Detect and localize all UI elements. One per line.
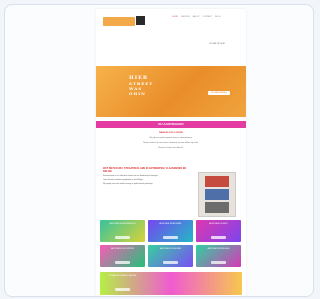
poster-block	[205, 189, 229, 200]
tile-button[interactable]	[211, 261, 226, 264]
hero-headline: HIER STREET WAS OHIN	[129, 75, 189, 96]
top-nav: HOME SERVICE ABOUT CONTACT BLOG	[172, 16, 242, 19]
nav-item-service[interactable]: SERVICE	[181, 16, 190, 19]
nav-item-about[interactable]: ABOUT	[193, 16, 200, 19]
section-line: Wij zorgen voor een snelle levering en p…	[103, 182, 153, 185]
intro-line: Wij zijn een professioneel team in straa…	[149, 137, 193, 139]
nav-item-contact[interactable]: CONTACT	[203, 16, 213, 19]
page-frame: HOME SERVICE ABOUT CONTACT BLOG +32 488 …	[4, 4, 314, 297]
service-tile[interactable]: AFFICHES IN BRUGGE	[196, 245, 241, 267]
service-tile[interactable]: AFFICHES IN GENT	[196, 220, 241, 242]
section-heading: WAT BIETEN WIJ: STRAATRECLAME IN ANTWERP…	[103, 167, 187, 173]
intro-heading: WAAROM ZOU U KIEZEN	[159, 132, 183, 134]
poster-block	[205, 176, 229, 187]
tile-button[interactable]	[211, 236, 226, 239]
poster-block	[205, 202, 229, 213]
service-tile[interactable]: AFFICHES IN KORTRIJK	[100, 245, 145, 267]
nav-item-blog[interactable]: BLOG	[215, 16, 221, 19]
service-tile[interactable]: AFFICHES IN BRUSSEL	[148, 220, 193, 242]
hero-cta-button[interactable]: NU AANVRAGEN	[208, 91, 230, 95]
cta-band[interactable]: NU AANVRAGEN!	[96, 121, 246, 128]
tile-label: AFFICHES IN GENT	[209, 223, 228, 225]
nav-item-home[interactable]: HOME	[172, 16, 178, 19]
phone-number: +32 488 76 24 38	[209, 43, 225, 45]
wide-service-tile[interactable]: STRAATRECLAME IN BELGIE	[100, 272, 242, 295]
intro-line: Neem contact op voor meer informatie en …	[143, 142, 199, 144]
tile-button[interactable]	[163, 261, 178, 264]
tile-button[interactable]	[163, 236, 178, 239]
tile-label: AFFICHES IN BRUSSEL	[159, 223, 182, 225]
tile-label: AFFICHES IN ANTWERPEN	[109, 223, 136, 225]
hero-banner: HIER STREET WAS OHIN NU AANVRAGEN	[96, 66, 246, 117]
intro-line: Bel ons of stuur een bericht.	[158, 147, 184, 149]
site-logo[interactable]	[103, 17, 135, 26]
logo-mark	[136, 16, 145, 25]
section-line: Straatreclame is een effectieve manier o…	[103, 175, 159, 177]
tile-button[interactable]	[115, 236, 130, 239]
tile-label: AFFICHES IN BRUGGE	[207, 248, 230, 250]
poster-image	[198, 172, 236, 217]
tile-button[interactable]	[115, 288, 130, 291]
website-preview: HOME SERVICE ABOUT CONTACT BLOG +32 488 …	[96, 9, 246, 296]
tile-label: AFFICHES IN LEUVEN	[159, 248, 181, 250]
section-body: Straatreclame is een effectieve manier o…	[103, 175, 187, 187]
service-tile[interactable]: AFFICHES IN ANTWERPEN	[100, 220, 145, 242]
intro-section: WAAROM ZOU U KIEZEN Wij zijn een profess…	[110, 132, 232, 152]
service-tile[interactable]: AFFICHES IN LEUVEN	[148, 245, 193, 267]
section-line: Onze diensten worden aangeboden in heel …	[103, 178, 144, 181]
hero-line: OHIN	[129, 91, 146, 96]
tile-button[interactable]	[115, 261, 130, 264]
tile-label: AFFICHES IN KORTRIJK	[111, 248, 134, 250]
tile-label: STRAATRECLAME IN BELGIE	[108, 275, 137, 277]
